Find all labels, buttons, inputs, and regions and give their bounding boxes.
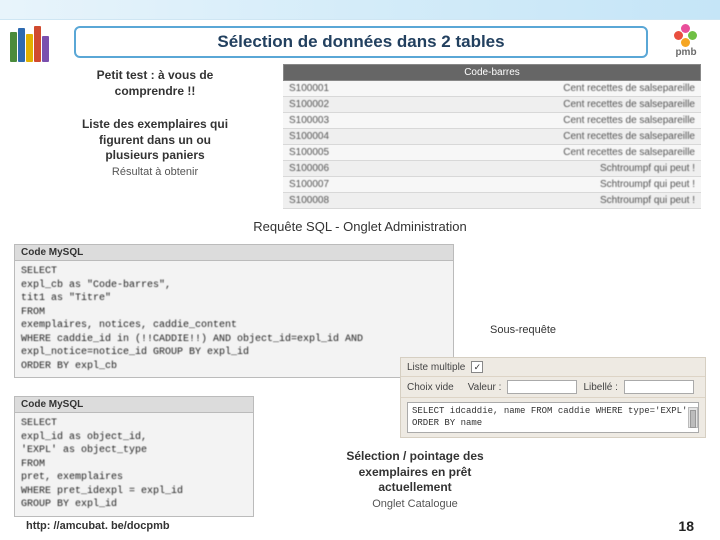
code-block-1: Code MySQL SELECT expl_cb as "Code-barre… (14, 244, 454, 378)
top-decorative-bar (0, 0, 720, 20)
title-cell: Cent recettes de salsepareille (363, 145, 701, 160)
pmb-logo: pmb (662, 22, 710, 62)
barcode-cell: S100004 (283, 129, 363, 144)
table-row: S100005Cent recettes de salsepareille (283, 145, 701, 161)
books-icon (10, 22, 60, 62)
code1-body: SELECT expl_cb as "Code-barres", tit1 as… (15, 261, 453, 377)
page-number: 18 (678, 518, 694, 534)
sel-line2: exemplaires en prêt (290, 465, 540, 481)
intro-line5: plusieurs paniers (40, 148, 270, 164)
barcode-cell: S100007 (283, 177, 363, 192)
table-row: S100003Cent recettes de salsepareille (283, 113, 701, 129)
sous-requete-label: Sous-requête (490, 324, 556, 336)
sel-line3: actuellement (290, 480, 540, 496)
title-cell: Cent recettes de salsepareille (363, 97, 701, 112)
intro-line2: comprendre !! (40, 84, 270, 100)
barcode-cell: S100001 (283, 81, 363, 96)
barcode-cell: S100002 (283, 97, 363, 112)
content-area: Petit test : à vous de comprendre !! Lis… (0, 64, 720, 70)
valeur-label: Valeur : (468, 382, 502, 393)
scrollbar[interactable] (688, 407, 698, 428)
code1-head: Code MySQL (15, 245, 453, 261)
header: Sélection de données dans 2 tables pmb (0, 20, 720, 64)
table-row: S100004Cent recettes de salsepareille (283, 129, 701, 145)
barcode-header: Code-barres (283, 64, 701, 81)
table-row: S100002Cent recettes de salsepareille (283, 97, 701, 113)
libelle-input[interactable] (624, 380, 694, 394)
barcode-cell: S100005 (283, 145, 363, 160)
sel-sub: Onglet Catalogue (290, 498, 540, 510)
title-cell: Cent recettes de salsepareille (363, 129, 701, 144)
title-cell: Cent recettes de salsepareille (363, 81, 701, 96)
libelle-label: Libellé : (583, 382, 617, 393)
code-block-2: Code MySQL SELECT expl_id as object_id, … (14, 396, 254, 517)
barcode-cell: S100008 (283, 193, 363, 208)
intro-line3: Liste des exemplaires qui (40, 117, 270, 133)
footer-url: http: //amcubat. be/docpmb (26, 520, 170, 532)
flower-icon (676, 26, 696, 46)
pmb-logo-text: pmb (675, 47, 696, 58)
selection-block: Sélection / pointage des exemplaires en … (290, 449, 540, 510)
intro-block: Petit test : à vous de comprendre !! Lis… (40, 68, 270, 178)
barcode-cell: S100006 (283, 161, 363, 176)
intro-line4: figurent dans un ou (40, 133, 270, 149)
scrollbar-thumb[interactable] (690, 410, 696, 428)
intro-sub: Résultat à obtenir (40, 166, 270, 178)
code2-head: Code MySQL (15, 397, 253, 413)
sql-subquery-box[interactable]: SELECT idcaddie, name FROM caddie WHERE … (407, 402, 699, 433)
liste-multiple-label: Liste multiple (407, 362, 465, 373)
footer: http: //amcubat. be/docpmb 18 (0, 518, 720, 534)
valeur-input[interactable] (507, 380, 577, 394)
title-cell: Cent recettes de salsepareille (363, 113, 701, 128)
table-row: S100006Schtroumpf qui peut ! (283, 161, 701, 177)
table-row: S100001Cent recettes de salsepareille (283, 81, 701, 97)
title-cell: Schtroumpf qui peut ! (363, 161, 701, 176)
choix-vide-label: Choix vide (407, 382, 454, 393)
intro-line1: Petit test : à vous de (40, 68, 270, 84)
slide-title: Sélection de données dans 2 tables (217, 32, 504, 51)
title-cell: Schtroumpf qui peut ! (363, 177, 701, 192)
barcode-cell: S100003 (283, 113, 363, 128)
slide-title-box: Sélection de données dans 2 tables (74, 26, 648, 58)
sel-line1: Sélection / pointage des (290, 449, 540, 465)
code2-body: SELECT expl_id as object_id, 'EXPL' as o… (15, 413, 253, 516)
barcode-table: Code-barres S100001Cent recettes de sals… (283, 64, 701, 209)
table-row: S100008Schtroumpf qui peut ! (283, 193, 701, 209)
form-row-choix-vide: Choix vide Valeur : Libellé : (401, 377, 705, 398)
form-area: Liste multiple ✓ Choix vide Valeur : Lib… (400, 357, 706, 438)
table-row: S100007Schtroumpf qui peut ! (283, 177, 701, 193)
form-row-liste-multiple: Liste multiple ✓ (401, 358, 705, 377)
liste-multiple-checkbox[interactable]: ✓ (471, 361, 483, 373)
mid-title: Requête SQL - Onglet Administration (0, 219, 720, 234)
title-cell: Schtroumpf qui peut ! (363, 193, 701, 208)
